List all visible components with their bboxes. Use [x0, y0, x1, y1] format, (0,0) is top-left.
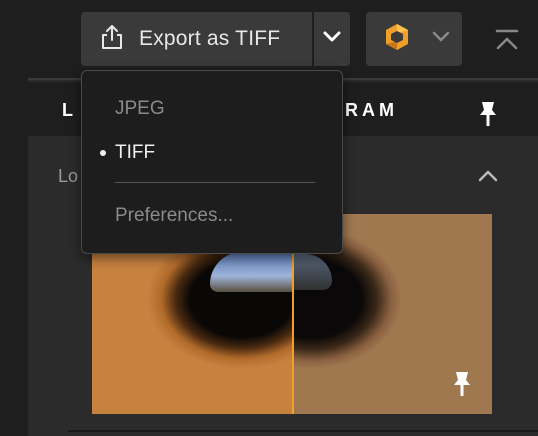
panel-header-tab-label[interactable]: RAM [345, 100, 398, 121]
share-export-icon [101, 24, 123, 55]
menu-item-tiff[interactable]: TIFF [115, 142, 155, 164]
left-strip [0, 0, 28, 436]
export-dropdown-button[interactable] [314, 12, 350, 66]
menu-item-preferences[interactable]: Preferences... [115, 205, 233, 227]
pin-icon[interactable] [478, 100, 498, 128]
panel-header-left-label: L [62, 100, 77, 120]
chevron-down-icon [323, 30, 341, 48]
selected-bullet-icon [100, 150, 106, 156]
collapse-up-icon[interactable] [494, 28, 520, 54]
eye-reflection-left [210, 252, 292, 292]
panel-bottom-border [68, 430, 538, 432]
aperture-icon [382, 22, 412, 57]
loupe-section-label: Lo [58, 166, 79, 186]
export-button-label: Export as TIFF [139, 27, 281, 50]
preview-pin-icon[interactable] [452, 370, 472, 398]
chevron-up-icon[interactable] [476, 166, 500, 186]
menu-divider [115, 182, 315, 183]
export-button[interactable]: Export as TIFF [81, 12, 312, 66]
plugin-chevron-down-icon [432, 30, 450, 48]
menu-item-jpeg[interactable]: JPEG [115, 98, 165, 120]
plugin-button[interactable] [366, 12, 462, 66]
export-format-menu: JPEG TIFF Preferences... [81, 70, 343, 254]
